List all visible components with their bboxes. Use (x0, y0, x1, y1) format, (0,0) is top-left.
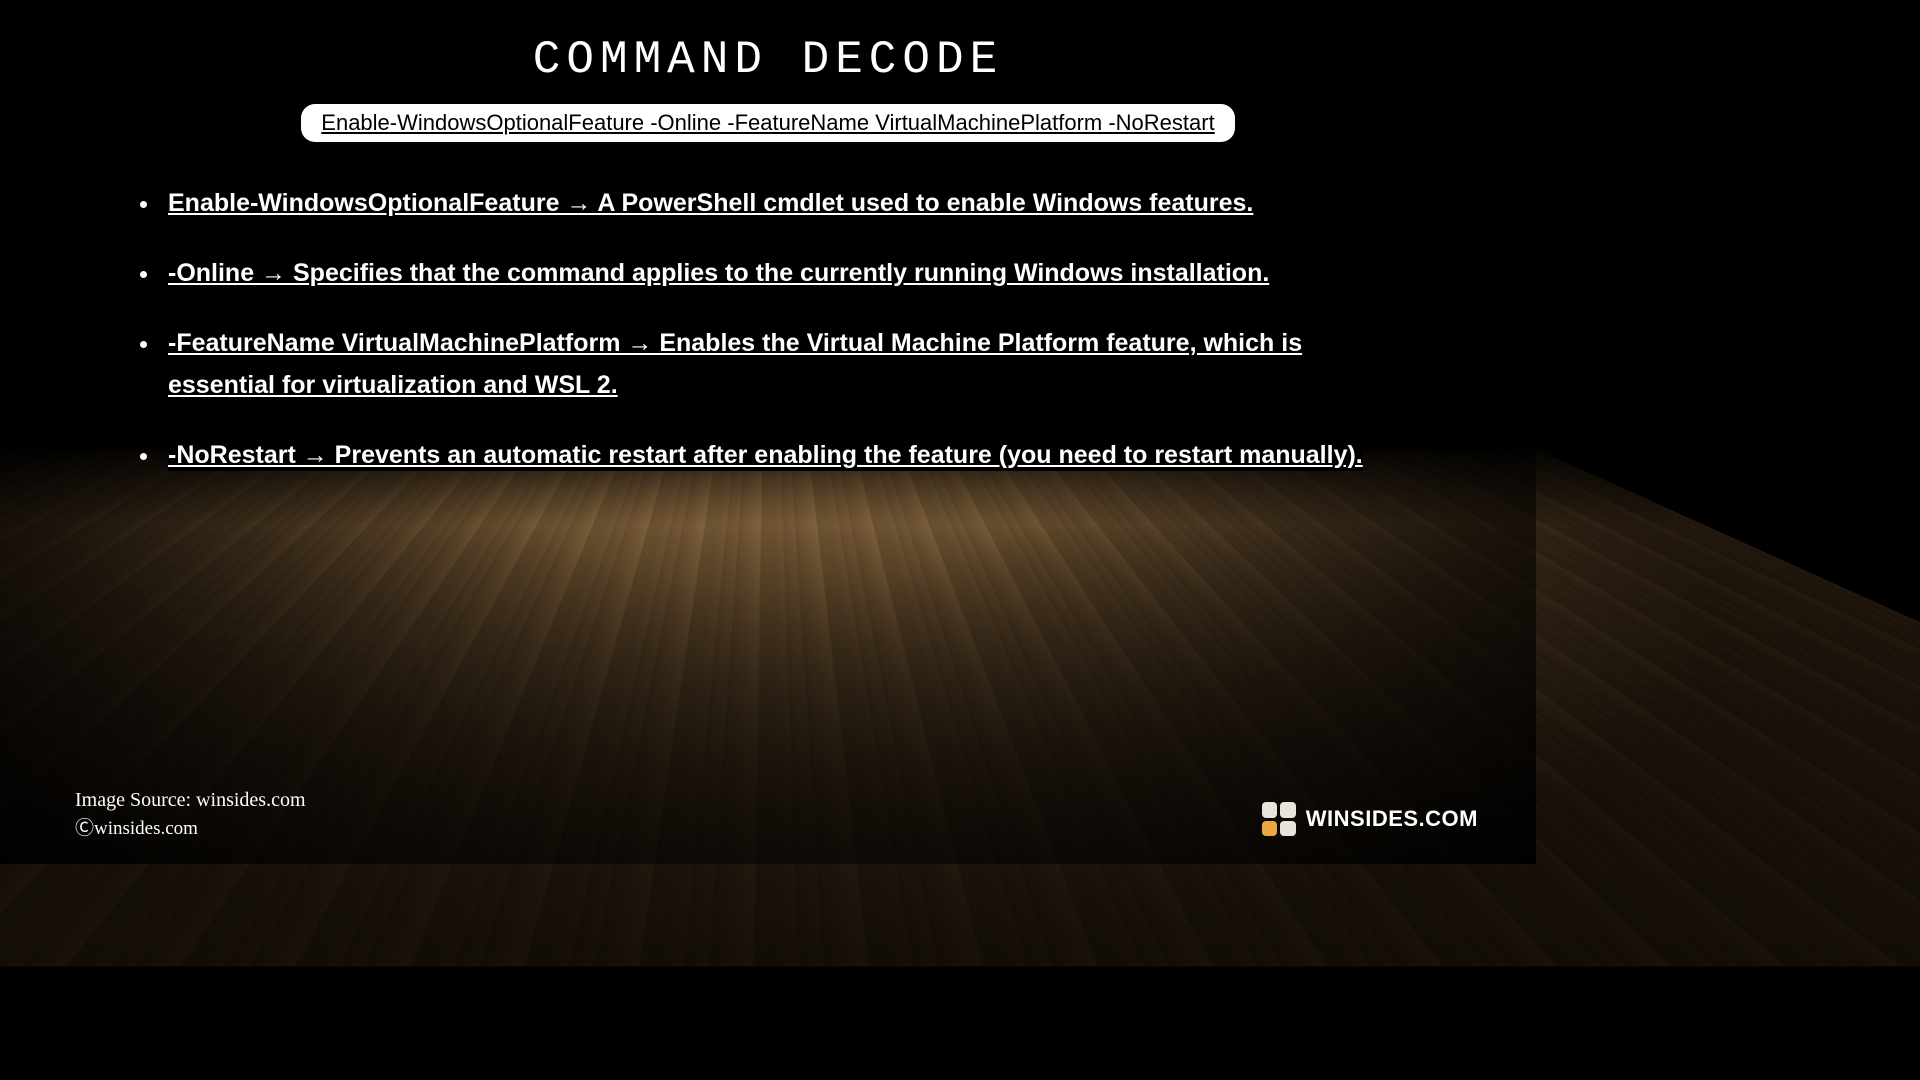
command-breakdown-list: Enable-WindowsOptionalFeature → A PowerS… (160, 182, 1416, 476)
bullet-text: -Online → Specifies that the command app… (168, 257, 1269, 289)
bullet-item: -FeatureName VirtualMachinePlatform → En… (160, 322, 1416, 406)
copyright-text: Ⓒwinsides.com (75, 813, 198, 840)
bullet-item: -NoRestart → Prevents an automatic resta… (160, 434, 1416, 476)
wooden-floor-background (0, 449, 1920, 966)
slide-title: COMMAND DECODE (0, 34, 1536, 86)
winsides-logo-icon (1262, 802, 1296, 836)
image-source-credit: Image Source: winsides.com (75, 789, 306, 812)
bullet-text: -NoRestart → Prevents an automatic resta… (168, 439, 1363, 471)
bullet-text: Enable-WindowsOptionalFeature → A PowerS… (168, 187, 1253, 219)
bullet-text: -FeatureName VirtualMachinePlatform → En… (168, 327, 1302, 401)
brand-name: WINSIDES.COM (1306, 806, 1478, 832)
command-box: Enable-WindowsOptionalFeature -Online -F… (301, 104, 1234, 142)
slide-content: COMMAND DECODE Enable-WindowsOptionalFea… (0, 0, 1536, 476)
brand-logo-group: WINSIDES.COM (1262, 802, 1478, 836)
bullet-item: Enable-WindowsOptionalFeature → A PowerS… (160, 182, 1416, 224)
bullet-item: -Online → Specifies that the command app… (160, 252, 1416, 294)
